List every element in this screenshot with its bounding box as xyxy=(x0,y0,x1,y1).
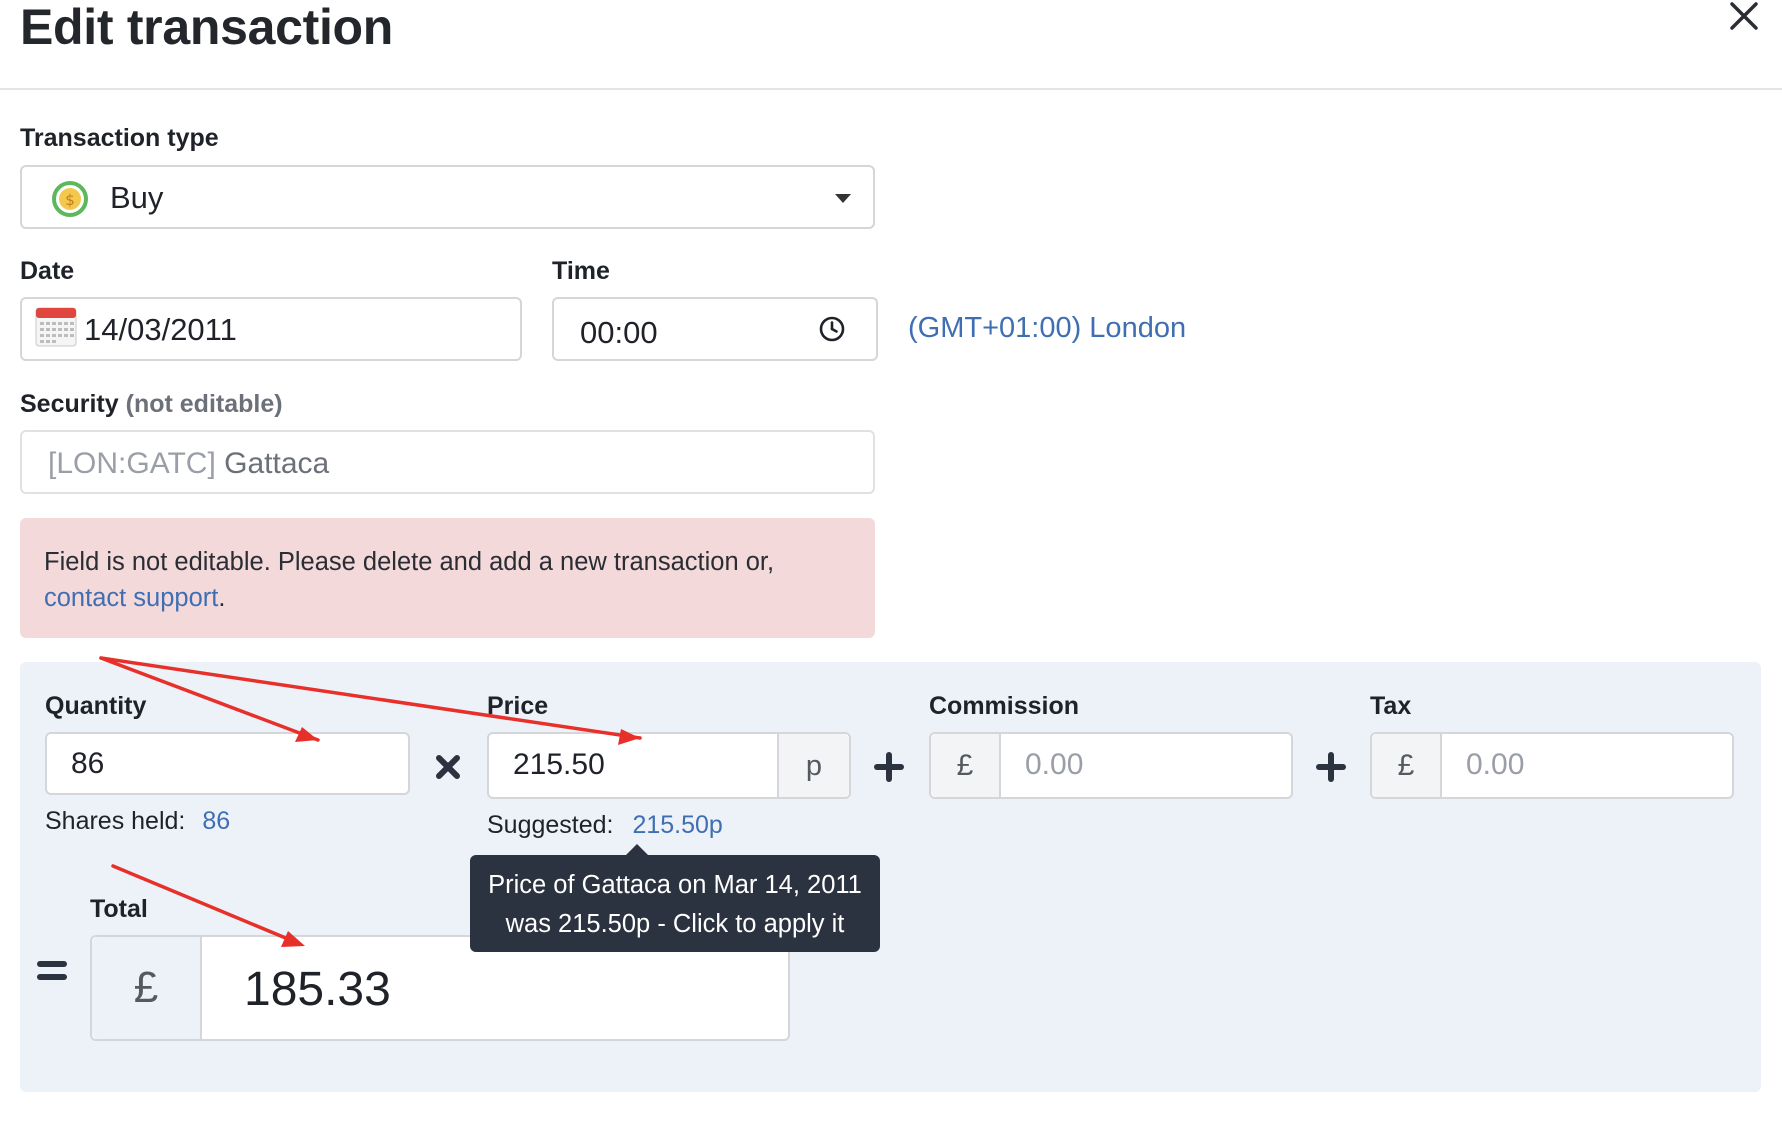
price-tooltip[interactable]: Price of Gattaca on Mar 14, 2011 was 215… xyxy=(470,844,880,952)
tax-label: Tax xyxy=(1370,692,1412,720)
tooltip-pointer xyxy=(625,844,649,856)
shares-held-label: Shares held: xyxy=(45,807,186,835)
contact-support-link[interactable]: contact support xyxy=(44,584,218,612)
commission-placeholder: 0.00 xyxy=(1025,748,1084,781)
time-input[interactable]: 00:00 xyxy=(552,297,878,361)
commission-currency: £ xyxy=(931,734,1001,797)
quantity-input[interactable]: 86 xyxy=(45,732,410,795)
alert-end: . xyxy=(218,584,226,612)
tooltip-line-2: was 215.50p - Click to apply it xyxy=(505,910,845,938)
shares-held-link[interactable]: 86 xyxy=(202,807,230,835)
buy-coin-icon: $ xyxy=(50,179,90,219)
tax-placeholder: 0.00 xyxy=(1466,748,1525,781)
suggested-price-link[interactable]: 215.50p xyxy=(632,811,722,839)
total-currency: £ xyxy=(92,937,202,1039)
quantity-label: Quantity xyxy=(45,692,147,720)
security-label-suffix: (not editable) xyxy=(125,390,283,418)
alert-text: Field is not editable. Please delete and… xyxy=(44,548,775,576)
price-input[interactable]: 215.50 p xyxy=(487,732,851,799)
time-value: 00:00 xyxy=(580,315,658,350)
price-label: Price xyxy=(487,692,549,720)
equals-icon xyxy=(36,959,68,983)
clock-icon xyxy=(818,315,846,343)
dialog-title: Edit transaction xyxy=(20,0,394,55)
plus-icon xyxy=(874,752,904,782)
multiply-icon xyxy=(433,752,463,782)
date-value: 14/03/2011 xyxy=(84,312,237,347)
security-ticker: [LON:GATC] xyxy=(48,447,216,480)
commission-label: Commission xyxy=(929,692,1080,720)
date-input[interactable]: 14/03/2011 xyxy=(20,297,522,361)
price-unit: p xyxy=(777,734,849,797)
time-label: Time xyxy=(552,257,610,285)
security-label-text: Security xyxy=(20,390,119,418)
total-value: 185.33 xyxy=(244,963,391,1016)
quantity-value: 86 xyxy=(71,747,105,780)
security-name: Gattaca xyxy=(224,447,330,480)
transaction-type-value: Buy xyxy=(110,180,164,215)
shares-held: Shares held: 86 xyxy=(45,807,230,836)
price-value: 215.50 xyxy=(513,748,605,781)
commission-input[interactable]: £ 0.00 xyxy=(929,732,1293,799)
not-editable-alert: Field is not editable. Please delete and… xyxy=(20,518,875,638)
transaction-type-label: Transaction type xyxy=(20,124,219,152)
tax-currency: £ xyxy=(1372,734,1442,797)
timezone-link[interactable]: (GMT+01:00) London xyxy=(908,312,1186,345)
calendar-icon xyxy=(35,306,77,348)
close-icon[interactable] xyxy=(1722,0,1768,40)
date-label: Date xyxy=(20,257,75,285)
transaction-type-select[interactable]: $ Buy xyxy=(20,165,875,229)
total-label: Total xyxy=(90,895,148,923)
security-label: Security (not editable) xyxy=(20,390,283,419)
chevron-down-icon xyxy=(835,194,851,203)
svg-text:$: $ xyxy=(65,191,75,209)
tax-input[interactable]: £ 0.00 xyxy=(1370,732,1734,799)
suggested-label: Suggested: xyxy=(487,811,614,839)
security-field: [LON:GATC] Gattaca xyxy=(20,430,875,494)
header-divider xyxy=(0,88,1782,90)
suggested-price: Suggested: 215.50p xyxy=(487,811,723,840)
security-value: [LON:GATC] Gattaca xyxy=(48,447,329,481)
tooltip-line-1: Price of Gattaca on Mar 14, 2011 xyxy=(488,871,862,899)
plus-icon xyxy=(1316,752,1346,782)
